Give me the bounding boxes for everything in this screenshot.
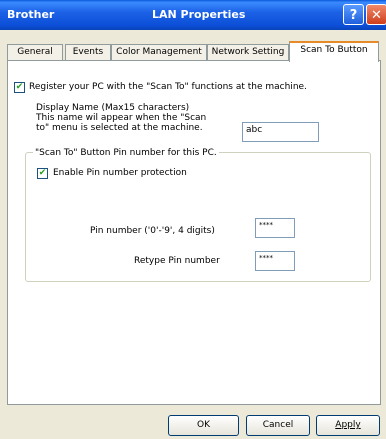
display-name-input[interactable]: abc (242, 122, 319, 142)
display-name-desc-line2: to" menu is selected at the machine. (36, 123, 203, 133)
register-label: Register your PC with the "Scan To" func… (29, 82, 307, 92)
tab-general[interactable]: General (7, 44, 63, 60)
tab-scan-to-button[interactable]: Scan To Button (289, 41, 379, 62)
pin-number-input[interactable]: **** (255, 218, 295, 238)
register-checkbox[interactable]: ✔ (14, 82, 25, 93)
apply-button[interactable]: Apply (316, 415, 380, 436)
tab-color-management[interactable]: Color Management (111, 44, 207, 60)
cancel-button[interactable]: Cancel (246, 415, 310, 436)
help-icon[interactable]: ? (343, 4, 364, 25)
pin-group-title: "Scan To" Button Pin number for this PC. (33, 148, 219, 158)
retype-pin-input[interactable]: **** (255, 251, 295, 271)
tab-events[interactable]: Events (65, 44, 111, 60)
pin-protection-label: Enable Pin number protection (53, 168, 187, 178)
close-icon[interactable]: ✕ (366, 4, 386, 25)
display-name-desc-line1: This name wil appear when the "Scan (36, 113, 207, 123)
pin-number-label: Pin number ('0'-'9', 4 digits) (90, 226, 215, 236)
title-bar[interactable]: Brother LAN Properties ? ✕ (0, 0, 386, 30)
retype-pin-label: Retype Pin number (134, 256, 220, 266)
display-name-title: Display Name (Max15 characters) (36, 103, 190, 113)
window-title: LAN Properties (152, 8, 246, 21)
ok-button[interactable]: OK (168, 415, 239, 436)
pin-protection-checkbox[interactable]: ✔ (37, 168, 48, 179)
app-brand: Brother (7, 8, 55, 21)
tab-network-setting[interactable]: Network Setting (207, 44, 289, 60)
